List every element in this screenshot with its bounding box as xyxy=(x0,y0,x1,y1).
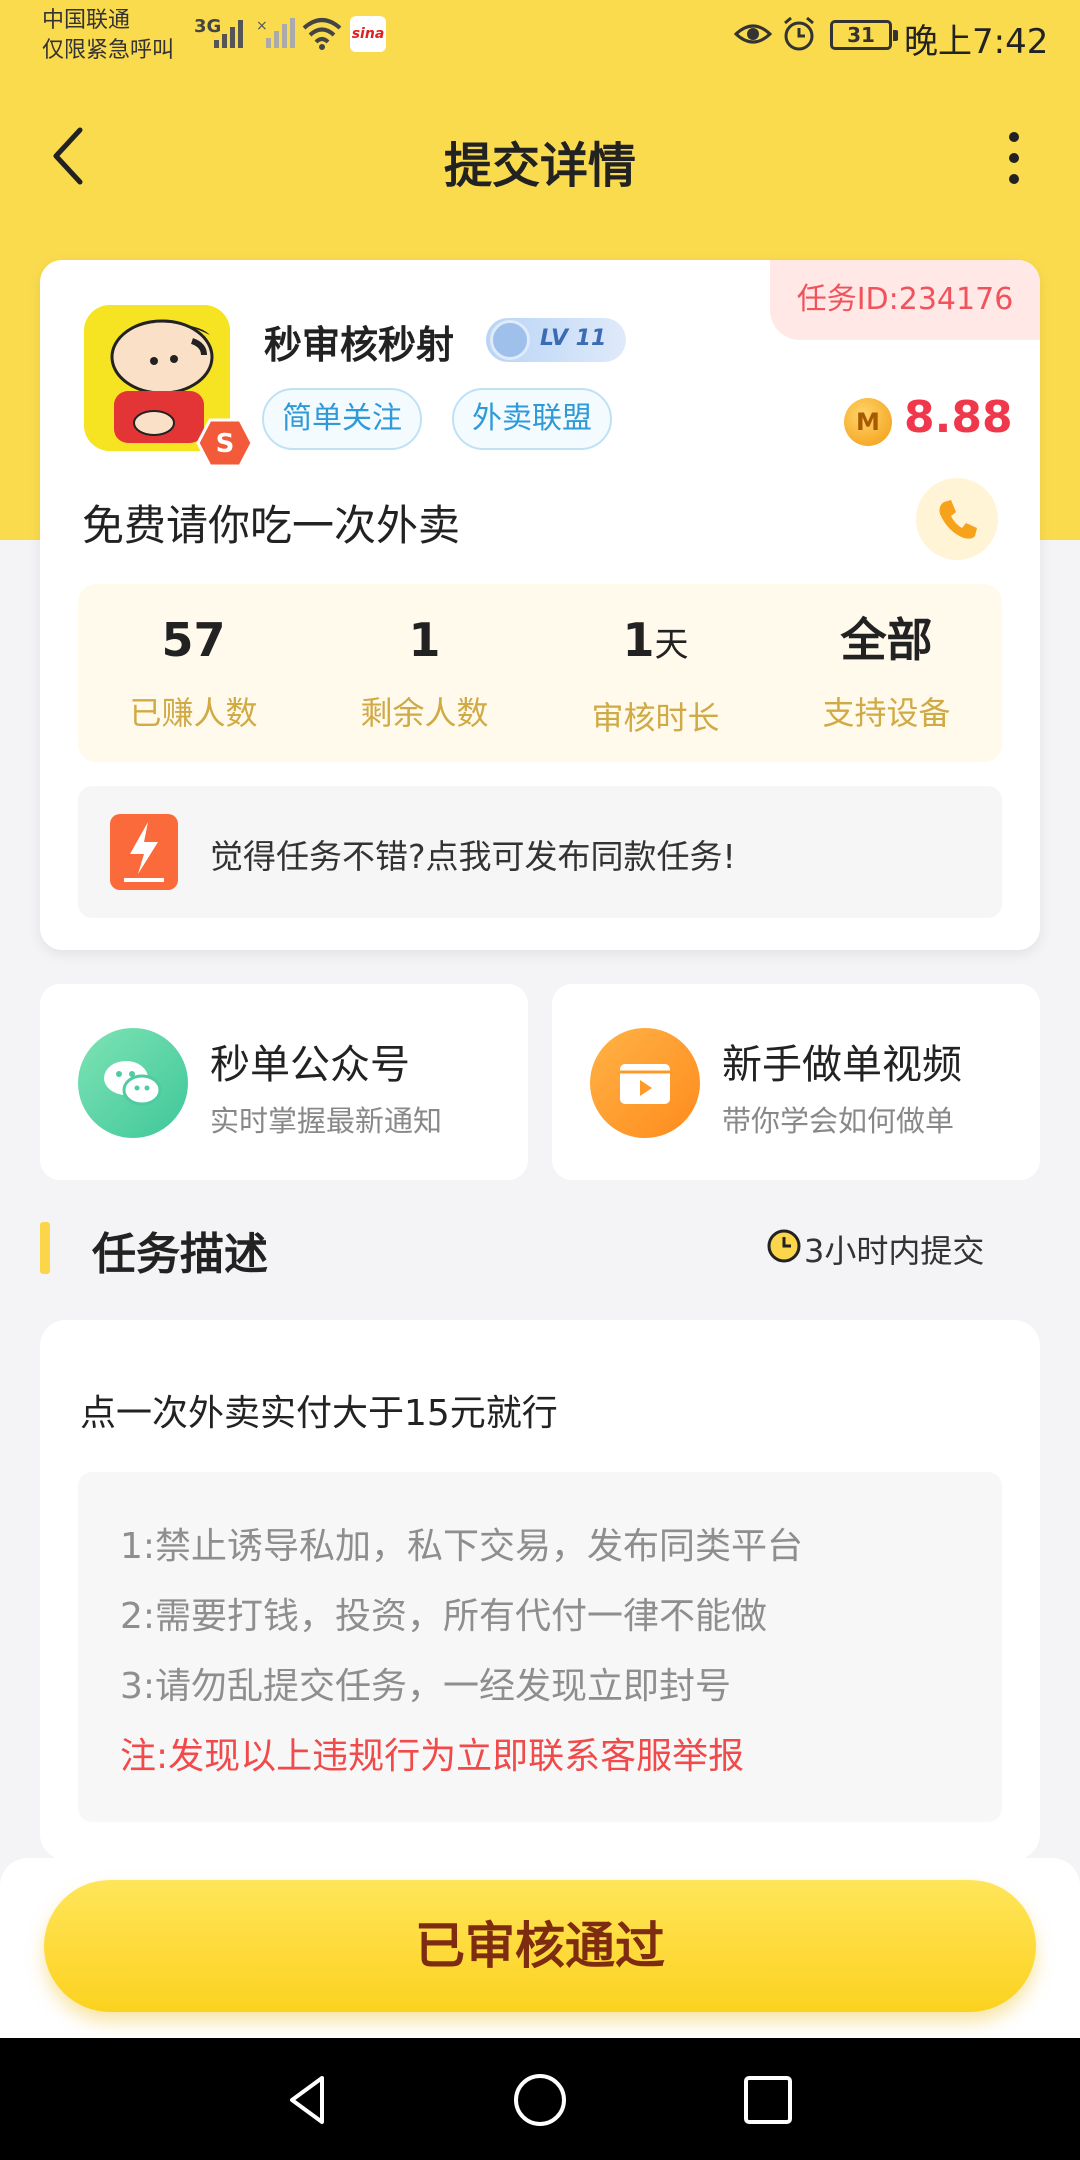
stat-value: 全部 xyxy=(840,613,933,667)
stat-value: 57 xyxy=(161,613,226,667)
tag-simple-follow: 简单关注 xyxy=(262,388,422,450)
level-text: LV 11 xyxy=(540,326,607,351)
carrier-info: 中国联通 仅限紧急呼叫 xyxy=(42,6,174,66)
stat-remaining: 1 剩余人数 xyxy=(309,584,540,762)
carrier-name: 中国联通 xyxy=(42,8,131,33)
stat-label: 审核时长 xyxy=(591,699,720,737)
level-badge: LV 11 xyxy=(486,318,626,362)
tutorial-video-card[interactable]: 新手做单视频 带你学会如何做单 xyxy=(552,984,1040,1180)
publish-similar-task-banner[interactable]: 觉得任务不错?点我可发布同款任务! xyxy=(78,786,1002,918)
task-id-badge: 任务ID:234176 xyxy=(770,260,1040,340)
nav-home-icon[interactable] xyxy=(510,2070,570,2130)
carrier-status: 仅限紧急呼叫 xyxy=(42,38,175,63)
card-title: 秒单公众号 xyxy=(210,1042,410,1088)
weibo-notification-icon: sina xyxy=(350,16,386,52)
eye-comfort-icon xyxy=(734,24,772,44)
section-title: 任务描述 xyxy=(92,1229,268,1280)
rule-item: 3:请勿乱提交任务，一经发现立即封号 xyxy=(120,1666,732,1707)
task-requirement: 点一次外卖实付大于15元就行 xyxy=(80,1393,558,1434)
shop-name: 秒审核秒射 xyxy=(264,323,455,367)
svg-text:S: S xyxy=(216,429,235,459)
card-title: 新手做单视频 xyxy=(722,1042,962,1088)
status-bar: 中国联通 仅限紧急呼叫 3G × sina 31 晚上7:42 xyxy=(0,0,1080,72)
clock-icon xyxy=(767,1229,801,1263)
signal-icon xyxy=(214,20,243,48)
nav-back-icon[interactable] xyxy=(278,2070,338,2130)
video-icon xyxy=(590,1028,700,1138)
tag-takeout-alliance: 外卖联盟 xyxy=(452,388,612,450)
task-description-card: 点一次外卖实付大于15元就行 1:禁止诱导私加，私下交易，发布同类平台 2:需要… xyxy=(40,1320,1040,1860)
signal-icon-2: × xyxy=(256,18,295,48)
contact-phone-button[interactable] xyxy=(916,478,998,560)
more-options-icon[interactable] xyxy=(1000,132,1028,184)
rule-warning: 注:发现以上违规行为立即联系客服举报 xyxy=(120,1736,745,1777)
system-nav-bar xyxy=(0,2038,1080,2160)
stat-devices: 全部 支持设备 xyxy=(771,584,1002,762)
wechat-icon xyxy=(78,1028,188,1138)
wifi-icon xyxy=(302,18,342,50)
task-stats: 57 已赚人数 1 剩余人数 1天 审核时长 全部 支持设备 xyxy=(78,584,1002,762)
stat-value: 1 xyxy=(622,613,655,667)
rule-item: 1:禁止诱导私加，私下交易，发布同类平台 xyxy=(120,1526,804,1567)
stat-label: 支持设备 xyxy=(822,694,951,732)
stat-unit: 天 xyxy=(654,625,689,665)
stat-label: 已赚人数 xyxy=(129,694,258,732)
alarm-icon xyxy=(784,16,814,51)
stat-label: 剩余人数 xyxy=(360,694,489,732)
approved-status-button[interactable]: 已审核通过 xyxy=(44,1880,1036,2012)
reward-amount: 8.88 xyxy=(904,392,1013,443)
coin-icon: M xyxy=(844,398,892,446)
rules-box: 1:禁止诱导私加，私下交易，发布同类平台 2:需要打钱，投资，所有代付一律不能做… xyxy=(78,1472,1002,1822)
stat-earned: 57 已赚人数 xyxy=(78,584,309,762)
rule-item: 2:需要打钱，投资，所有代付一律不能做 xyxy=(120,1596,768,1637)
task-title: 免费请你吃一次外卖 xyxy=(82,501,461,550)
submit-deadline: 3小时内提交 xyxy=(804,1232,985,1270)
card-subtitle: 实时掌握最新通知 xyxy=(210,1104,443,1138)
wechat-official-account-card[interactable]: 秒单公众号 实时掌握最新通知 xyxy=(40,984,528,1180)
stat-review-time: 1天 审核时长 xyxy=(540,584,771,762)
phone-icon xyxy=(939,500,977,539)
publish-text: 觉得任务不错?点我可发布同款任务! xyxy=(210,837,736,876)
medal-icon xyxy=(490,320,530,360)
status-time: 晚上7:42 xyxy=(904,22,1049,62)
stat-value: 1 xyxy=(408,613,441,667)
battery-icon: 31 xyxy=(830,20,898,50)
shop-rank-badge-icon: S xyxy=(196,418,254,468)
section-accent-bar xyxy=(40,1222,50,1274)
card-subtitle: 带你学会如何做单 xyxy=(722,1104,955,1138)
svg-text:×: × xyxy=(256,18,268,34)
task-card: 任务ID:234176 S 秒审核秒射 LV 11 简单关注 外卖联盟 M 8.… xyxy=(40,260,1040,950)
nav-recent-apps-icon[interactable] xyxy=(738,2070,798,2130)
lightning-icon xyxy=(110,814,178,890)
page-title: 提交详情 xyxy=(443,138,636,194)
